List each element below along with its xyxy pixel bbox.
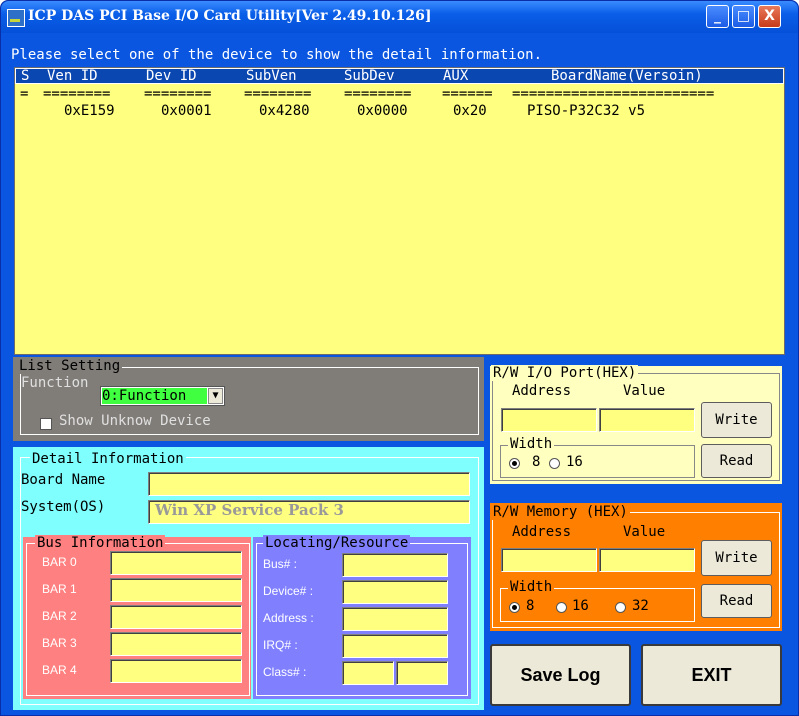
- cell-subven: 0x4280: [259, 103, 310, 119]
- detail-panel: Detail Information Board Name System(OS)…: [13, 447, 484, 710]
- locating-title: Locating/Resource: [263, 535, 411, 551]
- app-window: ICP DAS PCI Base I/O Card Utility[Ver 2.…: [0, 0, 799, 716]
- mem-width-label: Width: [508, 579, 555, 595]
- mem-width-32-label: 32: [632, 598, 649, 614]
- cell-ven-id: 0xE159: [64, 103, 115, 119]
- device-number-field[interactable]: [342, 580, 448, 604]
- separator: ======: [442, 86, 493, 102]
- mem-address-field[interactable]: [501, 548, 597, 572]
- col-s[interactable]: S: [21, 68, 29, 84]
- board-name-field[interactable]: [148, 472, 470, 496]
- list-setting-panel: List Setting Function 0:Function ▼ Show …: [13, 357, 484, 441]
- locating-panel: Locating/Resource Bus# : Device# : Addre…: [253, 535, 471, 699]
- bar1-field[interactable]: [110, 578, 242, 602]
- bar2-label: BAR 2: [42, 609, 77, 623]
- mem-write-button[interactable]: Write: [701, 540, 772, 576]
- cell-board-name: PISO-P32C32 v5: [527, 103, 646, 119]
- address-label: Address :: [263, 611, 314, 625]
- exit-button[interactable]: EXIT: [641, 644, 782, 706]
- class-field-2[interactable]: [396, 661, 448, 685]
- function-label: Function: [21, 375, 89, 391]
- mem-width-8-label: 8: [526, 598, 535, 614]
- address-field[interactable]: [342, 607, 448, 631]
- rw-io-title: R/W I/O Port(HEX): [491, 365, 639, 381]
- mem-width-8-radio[interactable]: [509, 602, 520, 613]
- io-write-button[interactable]: Write: [701, 402, 772, 438]
- separator: ========: [344, 86, 412, 102]
- col-ven-id[interactable]: Ven ID: [47, 68, 98, 84]
- io-read-button[interactable]: Read: [701, 444, 772, 478]
- device-number-label: Device# :: [263, 584, 314, 598]
- function-select[interactable]: 0:Function ▼: [100, 386, 225, 406]
- chevron-down-icon[interactable]: ▼: [208, 388, 223, 404]
- separator: ========: [144, 86, 212, 102]
- io-width-8-label: 8: [532, 454, 541, 470]
- col-subdev[interactable]: SubDev: [344, 68, 395, 84]
- rw-memory-panel: R/W Memory (HEX) Address Value Write Rea…: [490, 503, 782, 631]
- col-board-name[interactable]: BoardName(Versoin): [551, 68, 703, 84]
- col-dev-id[interactable]: Dev ID: [146, 68, 197, 84]
- mem-value-field[interactable]: [599, 548, 695, 572]
- device-list-header: S Ven ID Dev ID SubVen SubDev AUX BoardN…: [15, 68, 784, 84]
- mem-width-32-radio[interactable]: [615, 602, 626, 613]
- mem-width-16-radio[interactable]: [556, 602, 567, 613]
- io-address-field[interactable]: [501, 408, 597, 432]
- function-select-value: 0:Function: [102, 388, 207, 404]
- col-subven[interactable]: SubVen: [246, 68, 297, 84]
- rw-io-panel: R/W I/O Port(HEX) Address Value Write Re…: [490, 365, 782, 484]
- io-width-label: Width: [508, 436, 555, 452]
- title-bar[interactable]: ICP DAS PCI Base I/O Card Utility[Ver 2.…: [1, 1, 798, 33]
- instruction-text: Please select one of the device to show …: [11, 47, 543, 63]
- bar4-field[interactable]: [110, 659, 242, 683]
- irq-field[interactable]: [342, 634, 448, 658]
- bar0-label: BAR 0: [42, 555, 77, 569]
- window-title: ICP DAS PCI Base I/O Card Utility[Ver 2.…: [28, 8, 432, 24]
- show-unknown-checkbox[interactable]: [40, 418, 52, 430]
- system-os-label: System(OS): [21, 499, 106, 515]
- separator: ========================: [512, 86, 715, 102]
- io-value-field[interactable]: [599, 408, 695, 432]
- mem-address-label: Address: [512, 524, 572, 540]
- col-aux[interactable]: AUX: [443, 68, 468, 84]
- show-unknown-label: Show Unknow Device: [59, 413, 211, 429]
- system-os-field[interactable]: Win XP Service Pack 3: [148, 500, 470, 524]
- cell-subdev: 0x0000: [357, 103, 408, 119]
- separator: ========: [43, 86, 111, 102]
- mem-read-button[interactable]: Read: [701, 584, 772, 618]
- maximize-button[interactable]: □: [732, 5, 755, 28]
- bar4-label: BAR 4: [42, 663, 77, 677]
- board-name-label: Board Name: [21, 472, 106, 488]
- bar2-field[interactable]: [110, 605, 242, 629]
- minimize-button[interactable]: _: [706, 5, 729, 28]
- save-log-button[interactable]: Save Log: [490, 644, 631, 706]
- separator: =: [20, 86, 29, 102]
- irq-label: IRQ# :: [263, 638, 298, 652]
- app-icon: [7, 9, 25, 27]
- io-address-label: Address: [512, 383, 572, 399]
- bus-info-panel: Bus Information BAR 0 BAR 1 BAR 2 BAR 3 …: [23, 535, 251, 699]
- list-setting-title: List Setting: [17, 358, 123, 374]
- class-field-1[interactable]: [342, 661, 394, 685]
- rw-memory-title: R/W Memory (HEX): [491, 504, 630, 520]
- device-list[interactable]: S Ven ID Dev ID SubVen SubDev AUX BoardN…: [14, 67, 785, 355]
- bus-number-label: Bus# :: [263, 557, 298, 571]
- bus-number-field[interactable]: [342, 553, 448, 577]
- bar1-label: BAR 1: [42, 582, 77, 596]
- detail-title: Detail Information: [30, 451, 186, 467]
- io-width-16-label: 16: [566, 454, 583, 470]
- io-width-8-radio[interactable]: [509, 458, 520, 469]
- io-value-label: Value: [623, 383, 666, 399]
- bar0-field[interactable]: [110, 551, 242, 575]
- class-label: Class# :: [263, 665, 307, 679]
- bar3-label: BAR 3: [42, 636, 77, 650]
- bus-info-title: Bus Information: [35, 535, 166, 551]
- close-button[interactable]: X: [758, 5, 781, 28]
- mem-width-16-label: 16: [572, 598, 589, 614]
- bar3-field[interactable]: [110, 632, 242, 656]
- cell-aux: 0x20: [453, 103, 487, 119]
- mem-value-label: Value: [623, 524, 666, 540]
- cell-dev-id: 0x0001: [161, 103, 212, 119]
- io-width-16-radio[interactable]: [549, 458, 560, 469]
- separator: ========: [244, 86, 312, 102]
